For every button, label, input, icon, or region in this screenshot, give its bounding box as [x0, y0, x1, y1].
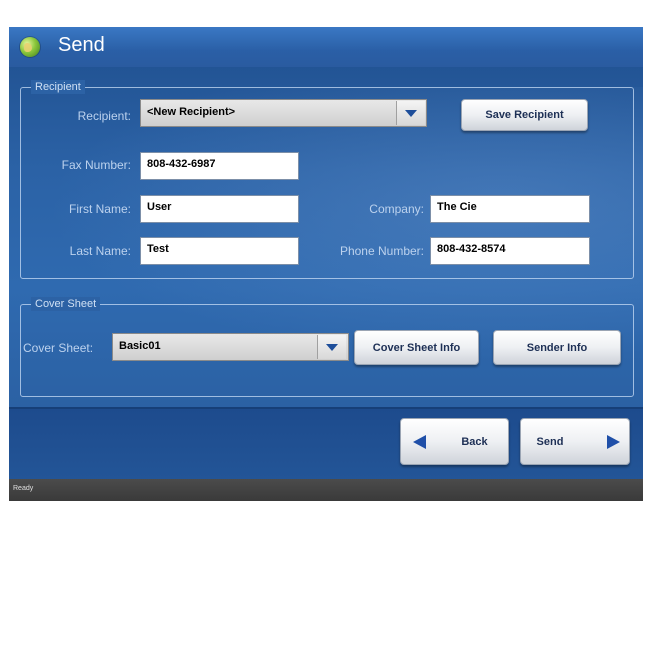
first-name-label: First Name:	[68, 202, 131, 216]
recipient-group-legend: Recipient	[31, 80, 85, 94]
send-dialog: Send Recipient Recipient: <New Recipient…	[9, 27, 643, 501]
fax-number-field[interactable]: 808-432-6987	[140, 152, 299, 180]
cover-sheet-label: Cover Sheet:	[23, 341, 94, 355]
phone-number-label: Phone Number:	[339, 244, 424, 258]
recipient-select-value: <New Recipient>	[147, 106, 236, 118]
save-recipient-button[interactable]: Save Recipient	[461, 99, 588, 131]
company-field[interactable]: The Cie	[430, 195, 590, 223]
arrow-right-icon	[607, 435, 620, 449]
back-label: Back	[461, 435, 488, 448]
cover-sheet-dropdown-button[interactable]	[317, 335, 346, 359]
window-title: Send	[58, 34, 105, 56]
arrow-left-icon	[413, 435, 426, 449]
company-label: Company:	[369, 202, 424, 216]
cover-sheet-group-legend: Cover Sheet	[31, 297, 101, 311]
status-text: Ready	[13, 485, 34, 492]
save-recipient-label: Save Recipient	[485, 109, 564, 121]
send-label: Send	[536, 435, 564, 448]
sender-info-label: Sender Info	[526, 341, 588, 354]
recipient-select[interactable]: <New Recipient>	[140, 99, 427, 127]
back-button[interactable]: Back	[400, 418, 509, 465]
first-name-field[interactable]: User	[140, 195, 299, 223]
cover-sheet-select[interactable]: Basic01	[112, 333, 349, 361]
phone-number-field[interactable]: 808-432-8574	[430, 237, 590, 265]
send-button[interactable]: Send	[520, 418, 630, 465]
sender-info-button[interactable]: Sender Info	[493, 330, 621, 365]
globe-icon	[20, 37, 40, 57]
fax-number-label: Fax Number:	[61, 158, 131, 172]
recipient-label: Recipient:	[77, 109, 131, 123]
last-name-label: Last Name:	[69, 244, 131, 258]
chevron-down-icon	[326, 344, 338, 351]
cover-sheet-select-value: Basic01	[119, 340, 161, 352]
title-bar: Send	[9, 27, 643, 67]
chevron-down-icon	[405, 110, 417, 117]
recipient-dropdown-button[interactable]	[396, 101, 425, 125]
cover-sheet-info-label: Cover Sheet Info	[372, 341, 461, 354]
status-bar: Ready	[9, 479, 643, 501]
last-name-field[interactable]: Test	[140, 237, 299, 265]
cover-sheet-info-button[interactable]: Cover Sheet Info	[354, 330, 479, 365]
